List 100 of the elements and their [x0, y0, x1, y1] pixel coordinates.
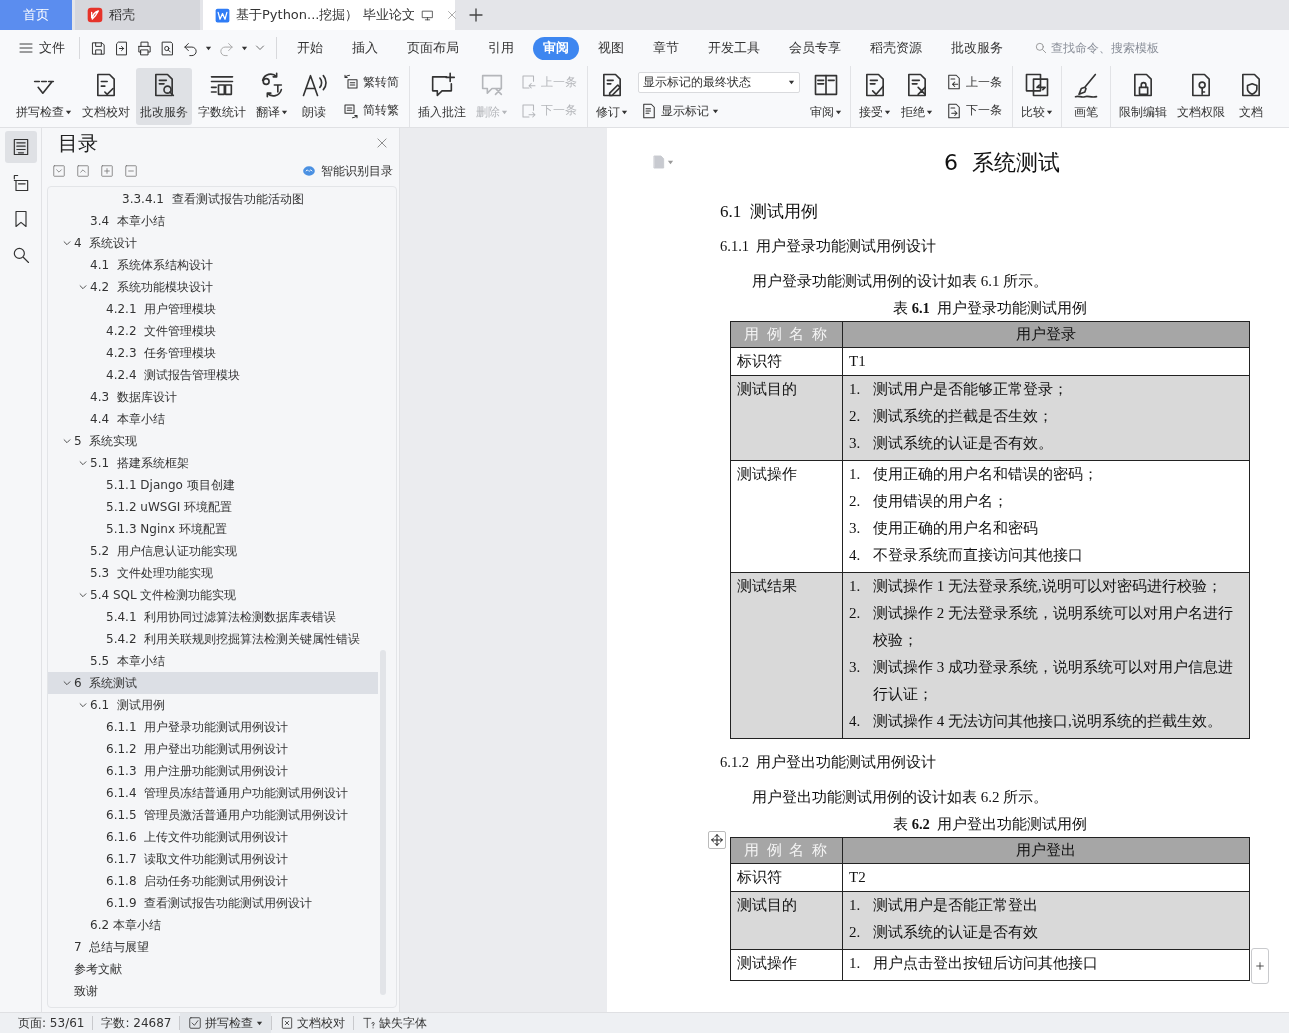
toc-item[interactable]: 5.4.1 利用协同过滤算法检测数据库表错误 [48, 606, 378, 628]
move-handle-icon[interactable] [708, 831, 726, 849]
ribbon-button[interactable]: 接受 [855, 68, 895, 125]
toc-item[interactable]: 6 系统测试 [48, 672, 378, 694]
close-icon[interactable] [375, 136, 389, 150]
toc-item[interactable]: 4.2.3 任务管理模块 [48, 342, 378, 364]
ribbon-button[interactable]: 字数统计 [194, 68, 250, 125]
ribbon-button[interactable]: 修订 [592, 68, 632, 125]
toc-item[interactable]: 5.1.3 Nginx 环境配置 [48, 518, 378, 540]
toc-item[interactable]: 6.1.9 查看测试报告功能测试用例设计 [48, 892, 378, 914]
ribbon-button[interactable]: 比较 [1017, 68, 1057, 125]
smart-toc-button[interactable]: 智能识别目录 [299, 160, 395, 182]
rail-tab[interactable] [4, 131, 37, 163]
toc-item[interactable]: 4.1 系统体系结构设计 [48, 254, 378, 276]
status-button[interactable]: 拼写检查 [180, 1012, 272, 1033]
toc-item[interactable]: 5.5 本章小结 [48, 650, 378, 672]
toc-item[interactable]: 5 系统实现 [48, 430, 378, 452]
ribbon-button[interactable]: 文档校对 [78, 68, 134, 125]
ribbon-button[interactable]: 下一条 [943, 100, 1004, 121]
menu-tab[interactable]: 开发工具 [698, 36, 770, 60]
ribbon-button[interactable]: 限制编辑 [1115, 68, 1171, 125]
export-icon[interactable] [113, 39, 130, 57]
chevron-down-icon[interactable] [62, 678, 72, 688]
add-tab-icon[interactable] [468, 7, 484, 23]
document-icon[interactable] [651, 154, 667, 170]
print-preview-icon[interactable] [159, 39, 176, 57]
expand-side-button[interactable] [1251, 948, 1269, 984]
menu-tab[interactable]: 引用 [478, 36, 524, 60]
ribbon-button[interactable]: 繁转简 [340, 72, 401, 93]
toc-item[interactable]: 5.1 搭建系统框架 [48, 452, 378, 474]
toc-item[interactable]: 5.1.2 uWSGI 环境配置 [48, 496, 378, 518]
toc-item[interactable]: 4.2 系统功能模块设计 [48, 276, 378, 298]
ribbon-button[interactable]: 翻译 [252, 68, 292, 125]
status-button[interactable]: 文档校对 [272, 1012, 354, 1033]
toc-item[interactable]: 6.1.5 管理员激活普通用户功能测试用例设计 [48, 804, 378, 826]
caret-icon[interactable] [241, 44, 248, 52]
toc-item[interactable]: 4 系统设计 [48, 232, 378, 254]
ribbon-button[interactable]: 显示标记 [638, 101, 800, 121]
caret-icon[interactable] [205, 44, 212, 52]
ribbon-button[interactable]: 简转繁 [340, 100, 401, 121]
ribbon-button[interactable]: 拒绝 [897, 68, 937, 125]
menu-tab[interactable]: 稻壳资源 [860, 36, 932, 60]
chevron-down-icon[interactable] [62, 436, 72, 446]
menu-tab[interactable]: 开始 [287, 36, 333, 60]
toc-item[interactable]: 4.3 数据库设计 [48, 386, 378, 408]
toc-item[interactable]: 6.1.6 上传文件功能测试用例设计 [48, 826, 378, 848]
menu-tab[interactable]: 章节 [643, 36, 689, 60]
chevron-down-icon[interactable] [62, 238, 72, 248]
close-icon[interactable] [445, 9, 458, 21]
toc-item[interactable]: 4.4 本章小结 [48, 408, 378, 430]
ribbon-button[interactable]: 文档 [1231, 68, 1271, 125]
toc-item[interactable]: 5.2 用户信息认证功能实现 [48, 540, 378, 562]
toc-item[interactable]: 5.4 SQL 文件检测功能实现 [48, 584, 378, 606]
toc-item[interactable]: 6.2 本章小结 [48, 914, 378, 936]
minus-icon[interactable] [124, 164, 138, 178]
menu-tab[interactable]: 页面布局 [397, 36, 469, 60]
toc-item[interactable]: 6.1.1 用户登录功能测试用例设计 [48, 716, 378, 738]
menu-tab[interactable]: 审阅 [533, 36, 579, 60]
ribbon-button[interactable]: 朗读 [294, 68, 334, 125]
print-icon[interactable] [136, 39, 153, 57]
ribbon-button[interactable]: 画笔 [1066, 68, 1106, 125]
ribbon-button[interactable]: 拼写检查 [12, 68, 76, 125]
save-icon[interactable] [90, 39, 107, 57]
tab[interactable]: 稻壳 [75, 0, 200, 30]
dropdown-field[interactable]: 显示标记的最终状态 [638, 72, 800, 93]
toc-item[interactable]: 6.1.8 启动任务功能测试用例设计 [48, 870, 378, 892]
ribbon-button[interactable]: 文档权限 [1173, 68, 1229, 125]
toc-item[interactable]: 4.2.1 用户管理模块 [48, 298, 378, 320]
toc-item[interactable]: 7 总结与展望 [48, 936, 378, 958]
ribbon-button[interactable]: 插入批注 [414, 68, 470, 125]
menu-tab[interactable]: 批改服务 [941, 36, 1013, 60]
chevron-down-icon[interactable] [78, 590, 88, 600]
toc-item[interactable]: 4.2.2 文件管理模块 [48, 320, 378, 342]
search-field[interactable]: 查找命令、搜索模板 [1034, 41, 1191, 55]
chevron-down-icon[interactable] [52, 164, 66, 178]
monitor-icon[interactable] [420, 8, 434, 22]
chevron-down-icon[interactable] [78, 458, 88, 468]
chevron-down-icon[interactable] [78, 282, 88, 292]
menu-tab[interactable]: 插入 [342, 36, 388, 60]
toc-item[interactable]: 致谢 [48, 980, 378, 1002]
toc-item[interactable]: 6.1 测试用例 [48, 694, 378, 716]
toc-item[interactable]: 6.1.2 用户登出功能测试用例设计 [48, 738, 378, 760]
file-menu-button[interactable]: 文件 [14, 36, 69, 60]
toc-item[interactable]: 3.4 本章小结 [48, 210, 378, 232]
toc-item[interactable]: 5.4.2 利用关联规则挖掘算法检测关键属性错误 [48, 628, 378, 650]
toc-item[interactable]: 参考文献 [48, 958, 378, 980]
ribbon-button[interactable]: 审阅 [806, 68, 846, 125]
plus-icon[interactable] [100, 164, 114, 178]
ribbon-button[interactable]: 上一条 [943, 72, 1004, 93]
toc-item[interactable]: 5.1.1 Django 项目创建 [48, 474, 378, 496]
toc-item[interactable]: 6.1.3 用户注册功能测试用例设计 [48, 760, 378, 782]
chevron-down-icon[interactable] [78, 700, 88, 710]
chevron-up-icon[interactable] [76, 164, 90, 178]
menu-tab[interactable]: 视图 [588, 36, 634, 60]
toc-item[interactable]: 6.1.4 管理员冻结普通用户功能测试用例设计 [48, 782, 378, 804]
status-button[interactable]: 缺失字体 [354, 1012, 436, 1033]
toc-item[interactable]: 4.2.4 测试报告管理模块 [48, 364, 378, 386]
toc-item[interactable]: 5.3 文件处理功能实现 [48, 562, 378, 584]
menu-tab[interactable]: 会员专享 [779, 36, 851, 60]
toc-item[interactable]: 6.1.7 读取文件功能测试用例设计 [48, 848, 378, 870]
